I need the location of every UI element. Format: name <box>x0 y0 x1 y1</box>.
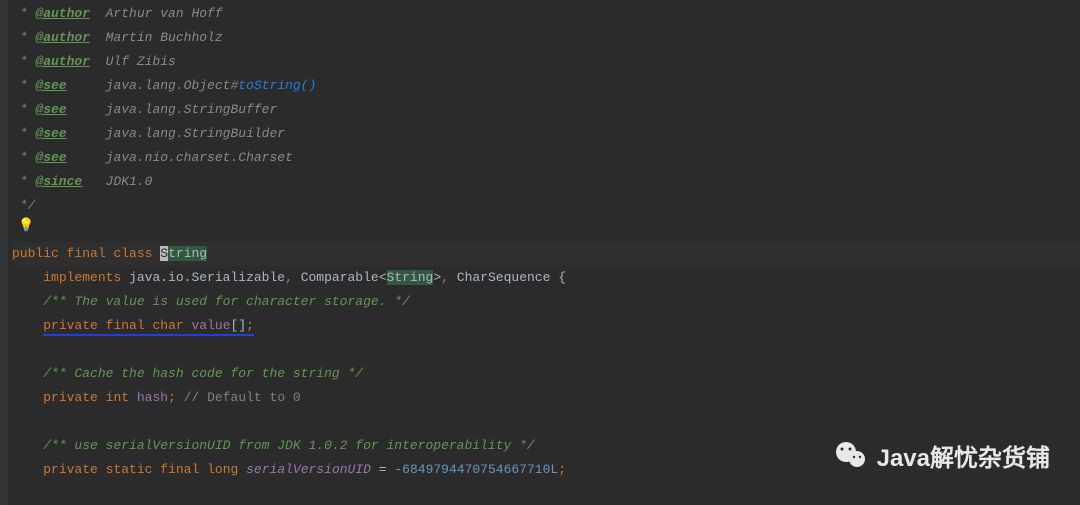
comment-line: /** The value is used for character stor… <box>12 290 1080 314</box>
doc-line: * @see java.nio.charset.Charset <box>12 146 1080 170</box>
cursor: S <box>160 246 168 261</box>
doc-line: * @author Martin Buchholz <box>12 26 1080 50</box>
intention-bulb-icon[interactable]: 💡 <box>18 218 34 233</box>
field-value-line: private final char value[]; <box>12 314 1080 338</box>
watermark: Java解忧杂货铺 <box>833 437 1050 473</box>
watermark-text: Java解忧杂货铺 <box>877 438 1050 473</box>
doc-line: * @author Ulf Zibis <box>12 50 1080 74</box>
blank-line <box>12 410 1080 434</box>
class-decl-line: public final class String <box>12 242 1080 266</box>
doc-line: * @see java.lang.StringBuffer <box>12 98 1080 122</box>
comment-line: /** Cache the hash code for the string *… <box>12 362 1080 386</box>
blank-line <box>12 338 1080 362</box>
field-hash-line: private int hash; // Default to 0 <box>12 386 1080 410</box>
gutter <box>0 0 8 505</box>
blank-line <box>12 218 1080 242</box>
doc-line: * @see java.lang.Object#toString() <box>12 74 1080 98</box>
implements-line: implements java.io.Serializable, Compara… <box>12 266 1080 290</box>
doc-line: * @see java.lang.StringBuilder <box>12 122 1080 146</box>
code-editor[interactable]: * @author Arthur van Hoff * @author Mart… <box>0 0 1080 482</box>
doc-end-line: */ <box>12 194 1080 218</box>
doc-line: * @since JDK1.0 <box>12 170 1080 194</box>
blue-underline: private final char value[]; <box>43 318 254 336</box>
doc-line: * @author Arthur van Hoff <box>12 2 1080 26</box>
wechat-icon <box>833 437 869 473</box>
